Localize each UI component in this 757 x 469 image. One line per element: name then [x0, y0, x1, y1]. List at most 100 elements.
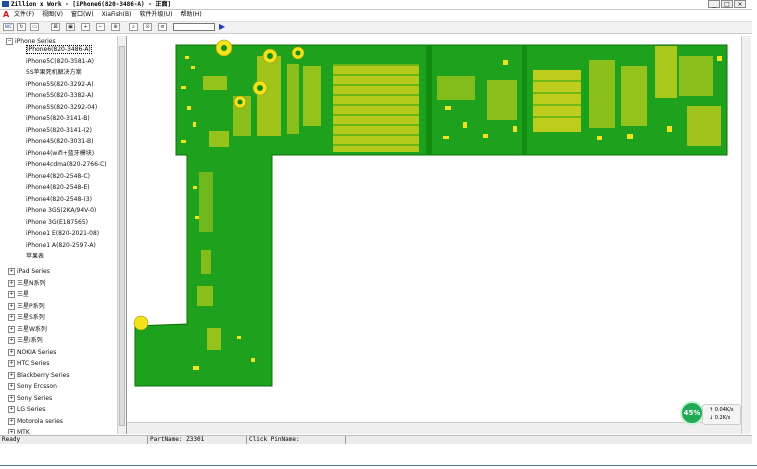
- tree-item-label: iPhone4(820-2548-E): [26, 184, 90, 191]
- device-tree-panel: − iPhone Series iPhone6(820-3486-A) iPhone…: [0, 36, 127, 434]
- status-bar: Ready PartName: Z3301 Click PinName:: [0, 435, 752, 444]
- pcb-board[interactable]: [127, 36, 740, 422]
- tree-group[interactable]: + Sony Ercsson: [8, 382, 57, 391]
- tree-group[interactable]: + HTC Series: [8, 359, 49, 368]
- maximize-button[interactable]: □: [721, 0, 733, 8]
- tree-group[interactable]: + 三星W系列: [8, 325, 47, 334]
- expand-icon[interactable]: +: [8, 394, 15, 402]
- search-icon[interactable]: ⌕: [129, 23, 138, 31]
- tree-item-label: 苹果表: [26, 253, 45, 260]
- tree-group-label: 三星N系列: [17, 279, 46, 287]
- upload-speed: ↑ 0.04K/s: [709, 407, 734, 413]
- tree-item-label: iPhone1 E(820-2021-08): [26, 230, 100, 237]
- minimize-button[interactable]: _: [708, 0, 720, 8]
- expand-icon[interactable]: +: [8, 360, 15, 367]
- menu-view[interactable]: 视图(V): [42, 10, 63, 20]
- menu-help[interactable]: 帮助(H): [181, 10, 202, 20]
- tree-scrollbar[interactable]: [117, 36, 126, 434]
- download-speed: ↓ 0.2K/s: [709, 415, 731, 421]
- expand-icon[interactable]: +: [8, 314, 15, 321]
- zoom-fit-icon[interactable]: ⊕: [111, 23, 120, 31]
- expand-icon[interactable]: +: [8, 268, 15, 275]
- tree-item[interactable]: iPhone4(820-2548-C): [26, 172, 90, 181]
- tree-item[interactable]: iPhone4(820-2548-(3): [26, 195, 92, 204]
- expand-icon[interactable]: +: [8, 302, 15, 310]
- expand-icon[interactable]: +: [8, 417, 15, 425]
- tree-group[interactable]: + LG Series: [8, 405, 45, 414]
- expand-icon[interactable]: +: [8, 337, 15, 344]
- expand-icon[interactable]: +: [8, 406, 15, 413]
- fit-window-icon[interactable]: ▣: [66, 23, 75, 31]
- close-button[interactable]: ×: [734, 0, 746, 8]
- tree-item-label: iPhone5S(820-3292-A): [26, 80, 94, 88]
- tree-item-label: iPhone4(wifi+蓝牙模块): [26, 149, 95, 157]
- canvas-horizontal-scrollbar[interactable]: [127, 422, 741, 434]
- tree-group[interactable]: + 三星: [8, 290, 29, 299]
- tree-item[interactable]: iPhone4S(820-3031-B): [26, 137, 94, 146]
- tree-group[interactable]: + Sony Series: [8, 394, 52, 403]
- tree-item-label: iPhone4cdma(820-2766-C): [26, 161, 107, 168]
- menu-window[interactable]: 窗口(W): [71, 10, 94, 20]
- tree-item[interactable]: iPhone5(820-3141-(2): [26, 126, 92, 135]
- search-input[interactable]: [173, 23, 215, 31]
- zoom-out-icon[interactable]: −: [96, 23, 105, 31]
- open-icon[interactable]: ▭: [30, 23, 39, 31]
- expand-icon[interactable]: +: [8, 325, 15, 333]
- tree-group[interactable]: + iPad Series: [8, 267, 50, 276]
- nc-icon[interactable]: N/C: [3, 23, 14, 31]
- tree-group[interactable]: + Blackberry Series: [8, 371, 69, 380]
- tree-item[interactable]: iPhone5(820-3141-B): [26, 114, 90, 123]
- dual-view-icon[interactable]: ⊠: [51, 23, 60, 31]
- tree-group[interactable]: + NOKIA Series: [8, 348, 56, 357]
- menu-file[interactable]: 文件(F): [14, 10, 34, 20]
- tree-item[interactable]: iPhone 3G(E187565): [26, 218, 88, 227]
- tree-group-label: Sony Ercsson: [17, 383, 57, 390]
- tree-group[interactable]: + MTK: [8, 428, 30, 434]
- tree-group[interactable]: + 三星P系列: [8, 302, 45, 311]
- expand-icon[interactable]: +: [8, 348, 15, 356]
- tree-item[interactable]: iPhone5C(820-3581-A): [26, 57, 94, 66]
- tree-scroll-thumb[interactable]: [119, 46, 125, 426]
- expand-icon[interactable]: +: [8, 291, 15, 298]
- title-bar: Zillion x Work - [iPhone6(820-3486-A) - …: [0, 0, 752, 10]
- tree-item[interactable]: iPhone4(820-2548-E): [26, 183, 90, 192]
- zoom-in-icon[interactable]: +: [81, 23, 90, 31]
- board-canvas[interactable]: [127, 36, 740, 422]
- tree-item[interactable]: iPhone4(wifi+蓝牙模块): [26, 149, 94, 158]
- expand-icon[interactable]: +: [8, 279, 15, 287]
- tree-item[interactable]: 5S苹果死机解决方案: [26, 68, 82, 77]
- zoom-area-icon[interactable]: ⊙: [143, 23, 152, 31]
- expand-icon[interactable]: +: [8, 383, 15, 390]
- upload-value: 0.04K/s: [714, 407, 734, 413]
- tree-group[interactable]: + Motorola series: [8, 417, 63, 426]
- tree-group-label: 三星S系列: [17, 314, 45, 321]
- tree-item[interactable]: iPhone5S(820-3382-A): [26, 91, 94, 100]
- app-logo-icon: [2, 1, 9, 7]
- tree-item[interactable]: 苹果表: [26, 252, 44, 261]
- list-icon[interactable]: ≡: [158, 23, 167, 31]
- tree-group[interactable]: + 三星S系列: [8, 313, 45, 322]
- refresh-icon[interactable]: ↻: [17, 23, 26, 31]
- tree-group[interactable]: + 三星i系列: [8, 336, 43, 345]
- expand-icon[interactable]: +: [8, 371, 15, 379]
- tree-item[interactable]: iPhone1 A(820-2597-A): [26, 241, 96, 250]
- menu-xiafish[interactable]: XiaFish(B): [102, 10, 132, 20]
- canvas-vertical-scrollbar[interactable]: [741, 36, 751, 434]
- tree-item[interactable]: iPhone5S(820-3292-A): [26, 80, 94, 89]
- tree-item-label: iPhone 3G(E187565): [26, 218, 89, 226]
- tree-item[interactable]: iPhone1 E(820-2021-08): [26, 229, 99, 238]
- tree-group[interactable]: + 三星N系列: [8, 279, 46, 288]
- tree-item[interactable]: iPhone4cdma(820-2766-C): [26, 160, 107, 169]
- tree-group-label: iPad Series: [17, 268, 50, 275]
- go-button[interactable]: ▶: [219, 22, 225, 32]
- expand-icon[interactable]: +: [8, 429, 15, 434]
- tree-group-label: LG Series: [17, 406, 46, 413]
- tree-item[interactable]: iPhone6(820-3486-A): [26, 45, 92, 54]
- tree-item[interactable]: iPhone5S(820-3292-04): [26, 103, 97, 112]
- tree-item-label: iPhone4(820-2548-C): [26, 172, 90, 180]
- menu-upgrade[interactable]: 软件升级(U): [139, 10, 172, 20]
- collapse-icon[interactable]: −: [6, 38, 13, 45]
- tree-item[interactable]: iPhone 3GS(2KA/94V-0): [26, 206, 96, 215]
- taskbar-edge: [0, 465, 757, 466]
- status-pinname: Click PinName:: [249, 436, 300, 443]
